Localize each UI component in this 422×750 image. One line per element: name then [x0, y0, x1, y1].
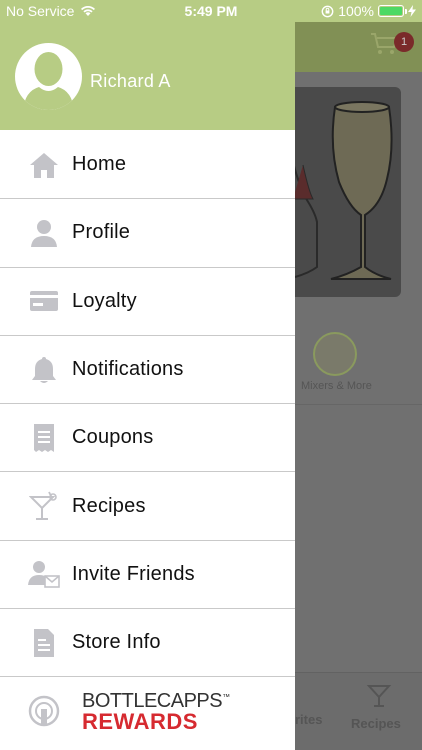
brand-line2: REWARDS [82, 709, 198, 735]
menu-item-recipes[interactable]: Recipes [0, 472, 295, 541]
battery-icon [378, 5, 407, 17]
menu-item-profile[interactable]: Profile [0, 199, 295, 268]
menu-item-store-info[interactable]: Store Info [0, 609, 295, 678]
tab-recipes-label[interactable]: Recipes [351, 716, 401, 731]
cart-badge: 1 [394, 32, 414, 52]
menu-item-coupons[interactable]: Coupons [0, 404, 295, 473]
menu-item-label: Recipes [72, 494, 146, 517]
charging-icon [408, 5, 416, 17]
mixers-category-icon[interactable] [313, 332, 357, 376]
menu-item-label: Invite Friends [72, 562, 195, 585]
bottlecapps-logo-icon [28, 695, 60, 727]
user-name[interactable]: Richard A [90, 71, 171, 92]
background-app[interactable]: 1 Mixers & More rites Recipes [295, 22, 422, 750]
status-bar: No Service 5:49 PM 100% [0, 0, 422, 22]
bottlecapps-rewards-logo: BOTTLECAPPS™ REWARDS [82, 691, 230, 733]
menu-item-label: Coupons [72, 426, 154, 449]
menu-item-label: Store Info [72, 631, 161, 654]
orientation-lock-icon [321, 5, 334, 17]
drawer-menu: Home Profile Loyalty Notifications Coupo… [0, 131, 295, 745]
bell-icon [28, 354, 60, 386]
brand-footer[interactable]: BOTTLECAPPS™ REWARDS [0, 677, 295, 745]
avatar[interactable] [15, 43, 82, 110]
wine-glasses-illustration [295, 101, 393, 280]
status-right: 100% [321, 3, 416, 19]
background-banner-image[interactable] [295, 87, 401, 297]
menu-item-label: Notifications [72, 358, 184, 381]
coupon-icon [28, 422, 60, 454]
menu-item-label: Loyalty [72, 289, 137, 312]
background-tab-bar [295, 672, 422, 750]
cocktail-icon [28, 490, 60, 522]
menu-item-label: Home [72, 153, 127, 176]
mixers-category-label: Mixers & More [301, 380, 372, 392]
background-divider [295, 404, 422, 405]
tab-favorites-label[interactable]: rites [295, 712, 322, 727]
home-icon [28, 149, 60, 181]
menu-item-loyalty[interactable]: Loyalty [0, 268, 295, 336]
invite-friends-icon [28, 558, 60, 590]
tab-recipes-icon[interactable] [365, 682, 393, 710]
navigation-drawer: Richard A Home Profile Loyalty Notificat… [0, 0, 295, 750]
profile-icon [28, 217, 60, 249]
battery-percent: 100% [338, 3, 374, 19]
menu-item-label: Profile [72, 221, 131, 244]
store-info-icon [28, 627, 60, 659]
loyalty-card-icon [28, 285, 60, 317]
menu-item-notifications[interactable]: Notifications [0, 336, 295, 405]
background-header: 1 [295, 22, 422, 72]
menu-item-home[interactable]: Home [0, 131, 295, 200]
avatar-silhouette-icon [23, 52, 74, 110]
menu-item-invite-friends[interactable]: Invite Friends [0, 541, 295, 610]
brand-tm: ™ [222, 692, 230, 702]
